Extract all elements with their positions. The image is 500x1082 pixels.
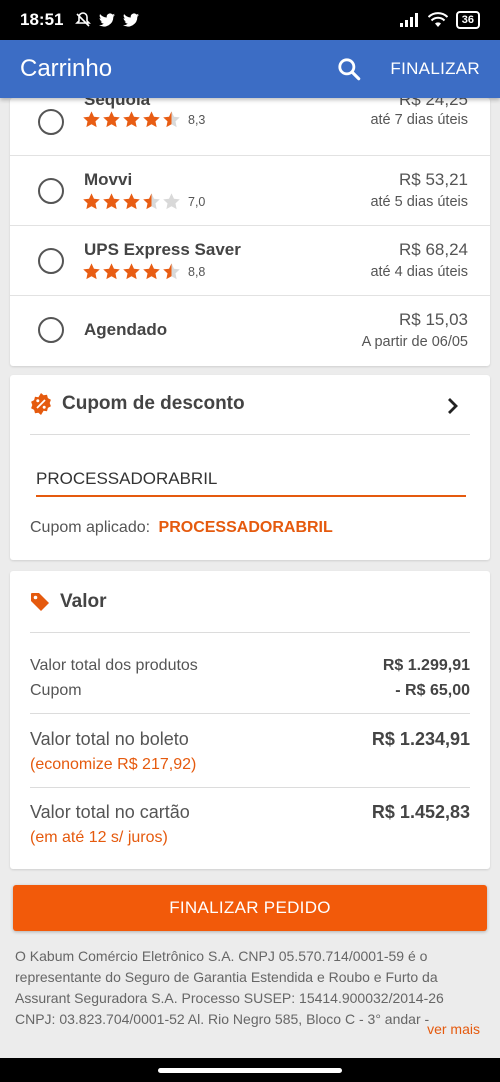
star-icon — [83, 111, 100, 128]
shipping-eta: A partir de 06/05 — [361, 334, 468, 350]
star-icon — [163, 111, 180, 128]
coupon-applied-label: Cupom aplicado: — [30, 519, 151, 536]
star-icon — [143, 263, 160, 280]
star-icon — [123, 111, 140, 128]
radio-button[interactable] — [38, 178, 64, 204]
star-icon — [83, 193, 100, 210]
boleto-total-value: R$ 1.234,91 — [371, 729, 470, 749]
shipping-option[interactable]: Sequoia 8,3 R$ 24,25 até 7 dias úteis — [10, 98, 490, 156]
chevron-right-icon[interactable] — [444, 395, 462, 417]
products-total-label: Valor total dos produtos — [30, 657, 198, 674]
shipping-name: Movvi — [84, 170, 133, 189]
shipping-name: Agendado — [84, 320, 168, 339]
star-icon — [103, 193, 120, 210]
shipping-name: Sequoia — [84, 98, 151, 109]
shipping-price: R$ 24,25 — [399, 98, 468, 109]
status-time: 18:51 — [20, 10, 64, 29]
shipping-price: R$ 68,24 — [399, 240, 468, 259]
star-rating: 8,3 — [82, 110, 205, 129]
star-icon — [143, 111, 160, 128]
star-icon — [123, 263, 140, 280]
coupon-applied-code: PROCESSADORABRIL — [158, 519, 333, 536]
home-gesture-bar[interactable] — [158, 1068, 342, 1073]
star-icon — [123, 193, 140, 210]
finalize-order-button[interactable]: FINALIZAR PEDIDO — [13, 885, 487, 931]
star-icon — [143, 193, 160, 210]
card-total-value: R$ 1.452,83 — [371, 802, 470, 822]
radio-button[interactable] — [38, 248, 64, 274]
app-bar: Carrinho FINALIZAR — [0, 40, 500, 98]
divider — [30, 434, 470, 435]
coupon-header[interactable]: Cupom de desconto — [30, 393, 245, 415]
boleto-savings-note: (economize R$ 217,92) — [30, 756, 197, 773]
divider — [30, 787, 470, 788]
divider — [30, 713, 470, 714]
star-icon — [83, 263, 100, 280]
card-installments-note: (em até 12 s/ juros) — [30, 829, 168, 846]
see-more-link[interactable]: ver mais — [419, 1021, 480, 1037]
star-icon — [103, 111, 120, 128]
coupon-discount-value: - R$ 65,00 — [395, 682, 470, 699]
shipping-eta: até 7 dias úteis — [370, 112, 468, 128]
shipping-option[interactable]: Agendado R$ 15,03 A partir de 06/05 — [10, 296, 490, 366]
discount-badge-icon — [31, 393, 51, 415]
coupon-discount-label: Cupom — [30, 682, 82, 699]
shipping-eta: até 4 dias úteis — [370, 264, 468, 280]
star-icon — [103, 263, 120, 280]
coupon-input[interactable] — [36, 463, 466, 497]
coupon-title: Cupom de desconto — [62, 393, 245, 414]
star-icon — [163, 193, 180, 210]
divider — [30, 632, 470, 633]
shipping-option[interactable]: UPS Express Saver 8,8 R$ 68,24 até 4 dia… — [10, 226, 490, 296]
shipping-option[interactable]: Movvi 7,0 R$ 53,21 até 5 dias úteis — [10, 156, 490, 226]
navigation-bar — [0, 1058, 500, 1082]
rating-value: 8,8 — [188, 264, 206, 279]
card-total-label: Valor total no cartão — [30, 802, 190, 822]
rating-value: 7,0 — [188, 194, 206, 209]
radio-button[interactable] — [38, 317, 64, 343]
value-title: Valor — [60, 591, 107, 612]
wifi-icon — [427, 12, 448, 27]
legal-text: O Kabum Comércio Eletrônico S.A. CNPJ 05… — [15, 948, 445, 1027]
rating-value: 8,3 — [188, 112, 206, 127]
shipping-price: R$ 15,03 — [399, 310, 468, 329]
price-tag-icon — [31, 593, 49, 611]
star-rating: 7,0 — [82, 192, 205, 211]
coupon-applied: Cupom aplicado: PROCESSADORABRIL — [30, 519, 333, 537]
value-card: Valor Valor total dos produtos R$ 1.299,… — [10, 571, 490, 869]
shipping-eta: até 5 dias úteis — [370, 194, 468, 210]
shipping-options-card: Sequoia 8,3 R$ 24,25 até 7 dias úteis Mo… — [10, 98, 490, 366]
signal-icon — [399, 13, 418, 27]
status-bar: 18:51 36 — [0, 0, 500, 40]
shipping-name: UPS Express Saver — [84, 240, 241, 259]
page-title: Carrinho — [20, 55, 113, 82]
shipping-price: R$ 53,21 — [399, 170, 468, 189]
battery-indicator: 36 — [455, 11, 480, 29]
coupon-card: Cupom de desconto Cupom aplicado: PROCES… — [10, 375, 490, 560]
twitter-icon — [99, 13, 116, 27]
star-icon — [163, 263, 180, 280]
search-icon[interactable] — [336, 56, 362, 82]
twitter-icon — [123, 13, 140, 27]
boleto-total-label: Valor total no boleto — [30, 729, 189, 749]
bell-off-icon — [75, 12, 92, 27]
value-header: Valor — [30, 591, 106, 613]
finalizar-button[interactable]: FINALIZAR — [390, 59, 480, 79]
radio-button[interactable] — [38, 109, 64, 135]
star-rating: 8,8 — [82, 262, 205, 281]
products-total-value: R$ 1.299,91 — [382, 657, 470, 674]
